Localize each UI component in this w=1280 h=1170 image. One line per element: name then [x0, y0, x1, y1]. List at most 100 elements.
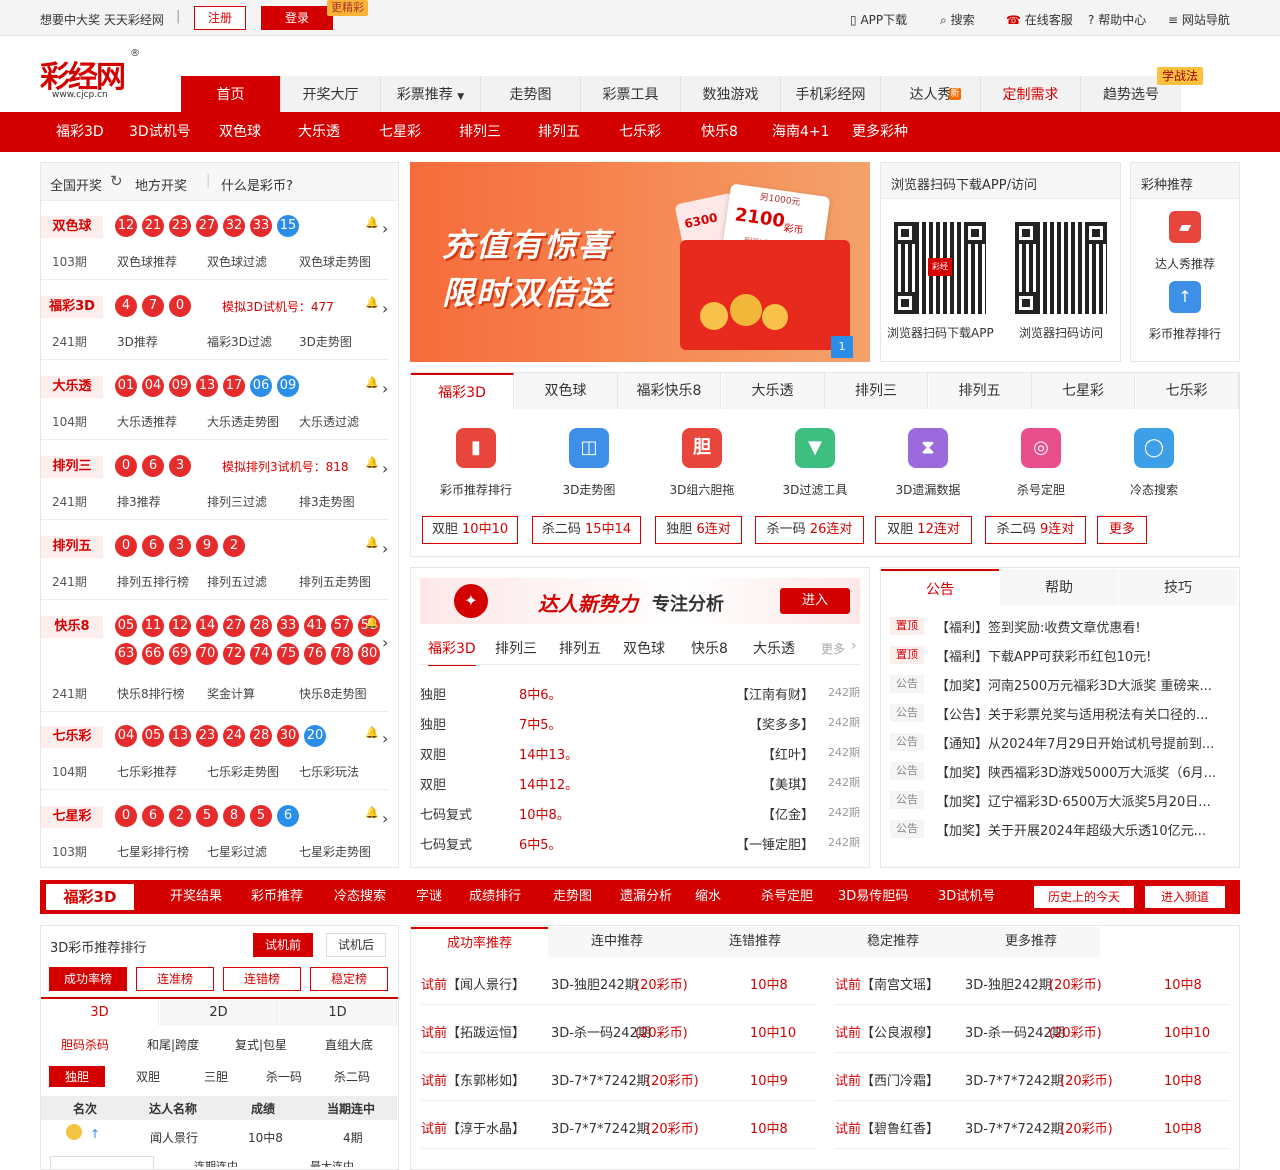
rank-play-tab[interactable]: 独胆	[49, 1066, 106, 1087]
expert-tab[interactable]: 排列三	[495, 638, 537, 658]
bell-icon[interactable]: 🔔	[365, 616, 379, 629]
lottery-link[interactable]: 大乐透推荐	[117, 413, 177, 430]
stat-button[interactable]: 双胆 12连对	[875, 516, 972, 544]
expert-row[interactable]: 独胆 8中6。 【江南有财】 242期	[420, 684, 860, 704]
bell-icon[interactable]: 🔔	[365, 376, 379, 389]
tab-national[interactable]: 全国开奖	[50, 175, 102, 194]
rank-filter[interactable]: 成功率榜	[49, 967, 127, 991]
subnav-qxc[interactable]: 七星彩	[379, 112, 421, 152]
tool-icon[interactable]: ◎	[1021, 428, 1061, 468]
rank-user-name[interactable]: 闻人景行	[150, 1129, 198, 1146]
login-button[interactable]: 登录	[261, 6, 333, 30]
rank-tab[interactable]: 3D	[41, 1000, 159, 1026]
lottery-name[interactable]: 排列五	[41, 536, 103, 558]
subnav-3d-shiji[interactable]: 3D试机号	[129, 112, 191, 152]
lottery-link[interactable]: 3D推荐	[117, 333, 158, 350]
subnav-pl5[interactable]: 排列五	[538, 112, 580, 152]
stat-button[interactable]: 更多	[1097, 516, 1147, 544]
lottery-link[interactable]: 七乐彩走势图	[207, 763, 279, 780]
before-test-toggle[interactable]: 试机前	[253, 933, 313, 957]
nav-sudoku[interactable]: 数独游戏	[681, 76, 781, 112]
rank-play-tab[interactable]: 杀一码	[266, 1068, 302, 1085]
what-is-coin-link[interactable]: 什么是彩币?	[221, 175, 293, 194]
lottery-name[interactable]: 七乐彩	[41, 726, 103, 748]
rank-tab[interactable]: 2D	[160, 1000, 278, 1026]
tool-label[interactable]: 杀号定胆	[986, 481, 1096, 498]
fc3d-link[interactable]: 遗漏分析	[620, 880, 672, 914]
lottery-name[interactable]: 排列三	[41, 456, 103, 478]
subnav-ssq[interactable]: 双色球	[219, 112, 261, 152]
bell-icon[interactable]: 🔔	[365, 536, 379, 549]
stat-button[interactable]: 杀一码 26连对	[755, 516, 864, 544]
tool-icon[interactable]: ▼	[795, 428, 835, 468]
chevron-right-icon[interactable]: ›	[382, 299, 388, 318]
lottery-link[interactable]: 奖金计算	[207, 685, 255, 702]
recommend-item[interactable]: 试前【淳于水晶】	[421, 1118, 525, 1137]
site-logo[interactable]: 彩经网 www.cjcp.cn ®	[40, 48, 140, 102]
subnav-qlc[interactable]: 七乐彩	[619, 112, 661, 152]
rank-tab[interactable]: 1D	[279, 1000, 397, 1026]
nav-custom[interactable]: 定制需求	[981, 76, 1081, 112]
lottery-link[interactable]: 排列五排行榜	[117, 573, 189, 590]
chevron-right-icon[interactable]: ›	[382, 539, 388, 558]
rank-sub-tab[interactable]: 直组大底	[325, 1036, 373, 1053]
lottery-link[interactable]: 福彩3D过滤	[207, 333, 272, 350]
recommend-tab[interactable]: 稳定推荐	[824, 927, 962, 957]
expert-row[interactable]: 七码复式 6中5。 【一锤定胆】 242期	[420, 834, 860, 854]
nav-talent[interactable]: 达人秀	[881, 76, 981, 112]
expert-row[interactable]: 七码复式 10中8。 【亿金】 242期	[420, 804, 860, 824]
recommend-tab[interactable]: 更多推荐	[962, 927, 1100, 957]
notice-tab[interactable]: 公告	[881, 569, 999, 605]
tool-label[interactable]: 3D走势图	[534, 481, 644, 498]
fc3d-link[interactable]: 成绩排行	[469, 880, 521, 914]
tool-tab[interactable]: 七星彩	[1032, 373, 1135, 409]
recommend-item[interactable]: 试前【南宫文瑶】	[835, 974, 939, 993]
search-link[interactable]: ⌕ 搜索	[940, 11, 975, 28]
recommend-tab[interactable]: 连错推荐	[686, 927, 824, 957]
lottery-link[interactable]: 3D走势图	[299, 333, 352, 350]
after-test-toggle[interactable]: 试机后	[326, 933, 386, 957]
service-link[interactable]: ☎ 在线客服	[1006, 11, 1073, 28]
stat-button[interactable]: 双胆 10中10	[422, 516, 518, 544]
history-today-button[interactable]: 历史上的今天	[1034, 886, 1134, 908]
expert-tab[interactable]: 福彩3D	[428, 638, 476, 666]
app-download-link[interactable]: ▯ APP下载	[850, 11, 907, 28]
tool-label[interactable]: 3D过滤工具	[760, 481, 870, 498]
nav-tools[interactable]: 彩票工具	[581, 76, 681, 112]
tool-icon[interactable]: 胆	[682, 428, 722, 468]
stat-button[interactable]: 杀二码 15中14	[532, 516, 641, 544]
tool-icon[interactable]: ⧗	[908, 428, 948, 468]
coin-ranking-link[interactable]: 彩币推荐排行	[1131, 325, 1239, 342]
lottery-link[interactable]: 双色球过滤	[207, 253, 267, 270]
recommend-item[interactable]: 试前【东郭彬如】	[421, 1070, 525, 1089]
chevron-right-icon[interactable]: ›	[382, 219, 388, 238]
expert-tab[interactable]: 大乐透	[753, 638, 795, 658]
rank-sub-tab[interactable]: 胆码杀码	[61, 1036, 109, 1053]
site-nav-link[interactable]: ≡ 网站导航	[1168, 11, 1230, 28]
fc3d-link[interactable]: 走势图	[553, 880, 592, 914]
recommend-item[interactable]: 试前【公良淑穆】	[835, 1022, 939, 1041]
expert-tab[interactable]: 更多	[821, 640, 845, 657]
consecutive-label[interactable]: 连期连中	[194, 1158, 238, 1167]
talent-recommend-link[interactable]: 达人秀推荐	[1131, 255, 1239, 272]
help-link[interactable]: ? 帮助中心	[1088, 11, 1146, 28]
stat-button[interactable]: 独胆 6连对	[655, 516, 742, 544]
lottery-link[interactable]: 七星彩过滤	[207, 843, 267, 860]
subnav-dlt[interactable]: 大乐透	[298, 112, 340, 152]
rank-play-tab[interactable]: 三胆	[204, 1068, 228, 1085]
chevron-right-icon[interactable]: ›	[382, 729, 388, 748]
recommend-item[interactable]: 试前【闻人景行】	[421, 974, 525, 993]
rank-filter[interactable]: 连准榜	[136, 967, 214, 991]
lottery-link[interactable]: 排3推荐	[117, 493, 161, 510]
lottery-name[interactable]: 七星彩	[41, 806, 103, 828]
lottery-link[interactable]: 快乐8走势图	[299, 685, 367, 702]
rank-play-tab[interactable]: 杀二码	[334, 1068, 370, 1085]
lottery-link[interactable]: 七乐彩推荐	[117, 763, 177, 780]
expert-row[interactable]: 独胆 7中5。 【奖多多】 242期	[420, 714, 860, 734]
nav-home[interactable]: 首页	[181, 76, 281, 112]
expert-row[interactable]: 双胆 14中12。 【美琪】 242期	[420, 774, 860, 794]
recommend-item[interactable]: 试前【拓跋运恒】	[421, 1022, 525, 1041]
expert-enter-button[interactable]: 进入	[780, 588, 850, 614]
lottery-name[interactable]: 福彩3D	[41, 296, 103, 318]
lottery-name[interactable]: 快乐8	[41, 616, 103, 638]
